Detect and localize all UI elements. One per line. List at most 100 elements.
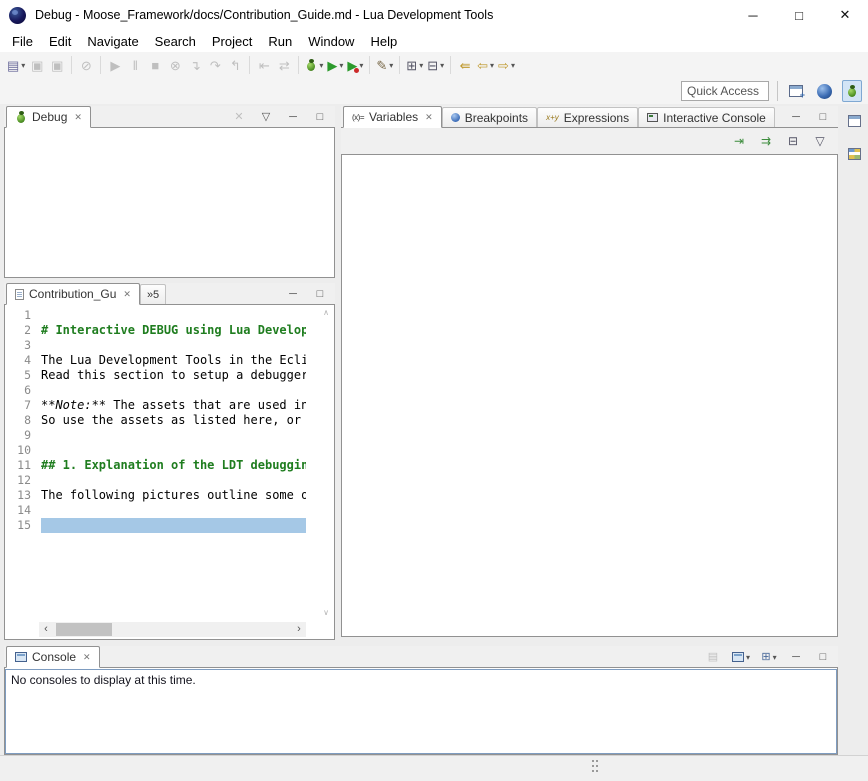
- quick-access-box[interactable]: Quick Access: [681, 81, 769, 101]
- console-view: Console ✕ ▤▾⊞▾─□ No consoles to display …: [4, 646, 838, 755]
- collapse-all-button[interactable]: ⊟: [783, 130, 803, 152]
- minimize-view-button[interactable]: ─: [786, 106, 806, 128]
- maximize-view-button[interactable]: □: [310, 283, 330, 305]
- maximize-view-button[interactable]: □: [813, 646, 833, 668]
- menu-help[interactable]: Help: [362, 32, 405, 51]
- toolbar-separator: [71, 56, 72, 74]
- open-element-button[interactable]: ⊟▾: [425, 54, 446, 76]
- dropdown-arrow-icon: ▾: [339, 61, 343, 70]
- terminate-icon: ■: [151, 59, 159, 72]
- tab-variables[interactable]: (x)=Variables✕: [343, 106, 442, 128]
- minimized-view-icon: [848, 148, 861, 160]
- menu-run[interactable]: Run: [260, 32, 300, 51]
- minimize-view-button[interactable]: ─: [283, 106, 303, 128]
- tab-variables-label: Variables: [369, 110, 418, 124]
- scroll-right-icon[interactable]: ›: [292, 624, 306, 635]
- run-icon: ▶: [327, 59, 337, 72]
- menu-project[interactable]: Project: [204, 32, 260, 51]
- line-number: 8: [5, 413, 31, 428]
- view-menu-icon: ▽: [262, 112, 270, 123]
- menu-edit[interactable]: Edit: [41, 32, 79, 51]
- restore-minimized-view-button[interactable]: [844, 110, 864, 132]
- scrollbar-thumb[interactable]: [56, 623, 112, 636]
- save-icon: ▣: [31, 59, 43, 72]
- forward-button[interactable]: ⇨▾: [496, 54, 517, 76]
- menu-search[interactable]: Search: [147, 32, 204, 51]
- step-over-button: ↷: [205, 54, 225, 76]
- restore-minimized-view-icon: [848, 115, 861, 127]
- step-into-icon: ↴: [190, 59, 201, 72]
- tab-expressions-label: Expressions: [564, 111, 629, 125]
- scroll-left-icon[interactable]: ‹: [39, 624, 53, 635]
- editor-line: 1: [5, 308, 306, 323]
- debug-icon: [15, 111, 27, 124]
- line-number: 11: [5, 458, 31, 473]
- open-perspective-button[interactable]: [786, 80, 806, 102]
- external-tools-button[interactable]: ✎▾: [374, 54, 395, 76]
- text-segment: The Lua Development Tools in the Ecli: [41, 353, 306, 367]
- line-number: 1: [5, 308, 31, 323]
- scrollbar-track[interactable]: [53, 622, 292, 637]
- maximize-view-button[interactable]: □: [813, 106, 833, 128]
- ldt-perspective-button[interactable]: [814, 80, 834, 102]
- view-menu-button[interactable]: ▽: [256, 106, 276, 128]
- sash-grip[interactable]: [592, 760, 599, 775]
- minimize-view-button[interactable]: ─: [283, 283, 303, 305]
- close-icon[interactable]: ✕: [425, 112, 433, 123]
- last-edit-location-button[interactable]: ⇚: [455, 54, 475, 76]
- view-menu-button[interactable]: ▽: [810, 130, 830, 152]
- step-into-button: ↴: [185, 54, 205, 76]
- profile-button[interactable]: ▶▾: [345, 54, 365, 76]
- quick-access-area: Quick Access: [681, 78, 862, 104]
- toolbar-separator: [369, 56, 370, 74]
- tab-interactive-console[interactable]: Interactive Console: [638, 107, 775, 127]
- editor-line: 9: [5, 428, 306, 443]
- close-icon[interactable]: ✕: [83, 652, 91, 663]
- toolbar-separator: [450, 56, 451, 74]
- editor-overflow-tab[interactable]: »5: [140, 284, 166, 304]
- toolbar-separator: [777, 81, 778, 101]
- menu-navigate[interactable]: Navigate: [79, 32, 146, 51]
- back-button[interactable]: ⇦▾: [475, 54, 496, 76]
- scroll-up-icon[interactable]: ∧: [323, 309, 329, 317]
- menu-file[interactable]: File: [4, 32, 41, 51]
- minimized-view-button[interactable]: [844, 143, 864, 165]
- new-button[interactable]: ▤▾: [5, 54, 27, 76]
- horizontal-scrollbar[interactable]: ‹ ›: [39, 622, 306, 637]
- minimize-view-button[interactable]: ─: [786, 646, 806, 668]
- tab-contribution-guide[interactable]: Contribution_Gu ✕: [6, 283, 140, 305]
- editor-lines[interactable]: 12# Interactive DEBUG using Lua Develop3…: [5, 308, 306, 533]
- maximize-view-button[interactable]: □: [310, 106, 330, 128]
- show-type-names-button[interactable]: ⇥: [729, 130, 749, 152]
- debug-button[interactable]: ▾: [303, 54, 325, 76]
- suspend-icon: ‖: [133, 59, 138, 72]
- new-wizard-button[interactable]: ⊞▾: [404, 54, 425, 76]
- maximize-view-icon: □: [820, 112, 827, 123]
- show-logical-structures-button[interactable]: ⇉: [756, 130, 776, 152]
- step-return-button: ↰: [225, 54, 245, 76]
- menu-bar: FileEditNavigateSearchProjectRunWindowHe…: [0, 30, 868, 52]
- run-button[interactable]: ▶▾: [325, 54, 345, 76]
- display-selected-console-button[interactable]: ▾: [730, 646, 752, 668]
- close-button[interactable]: ✕: [822, 0, 868, 30]
- back-icon: ⇦: [477, 59, 488, 72]
- minimize-button[interactable]: ─: [730, 0, 776, 30]
- resume-icon: ▶: [110, 59, 120, 72]
- editor-window-icons: ─□: [283, 283, 330, 305]
- tab-expressions[interactable]: x+yExpressions: [537, 107, 638, 127]
- tab-breakpoints[interactable]: Breakpoints: [442, 107, 537, 127]
- tab-debug[interactable]: Debug ✕: [6, 106, 91, 128]
- dropdown-arrow-icon: ▾: [389, 61, 393, 70]
- close-icon[interactable]: ✕: [123, 289, 131, 300]
- terminate-button: ■: [145, 54, 165, 76]
- debug-perspective-button[interactable]: [842, 80, 862, 102]
- maximize-button[interactable]: □: [776, 0, 822, 30]
- tab-console[interactable]: Console ✕: [6, 646, 100, 668]
- dropdown-arrow-icon: ▾: [359, 61, 363, 70]
- open-console-button[interactable]: ⊞▾: [759, 646, 779, 668]
- console-icon: [15, 652, 27, 662]
- menu-window[interactable]: Window: [300, 32, 362, 51]
- close-icon[interactable]: ✕: [74, 112, 82, 123]
- scroll-down-icon[interactable]: ∨: [323, 609, 329, 617]
- editor-line: 3: [5, 338, 306, 353]
